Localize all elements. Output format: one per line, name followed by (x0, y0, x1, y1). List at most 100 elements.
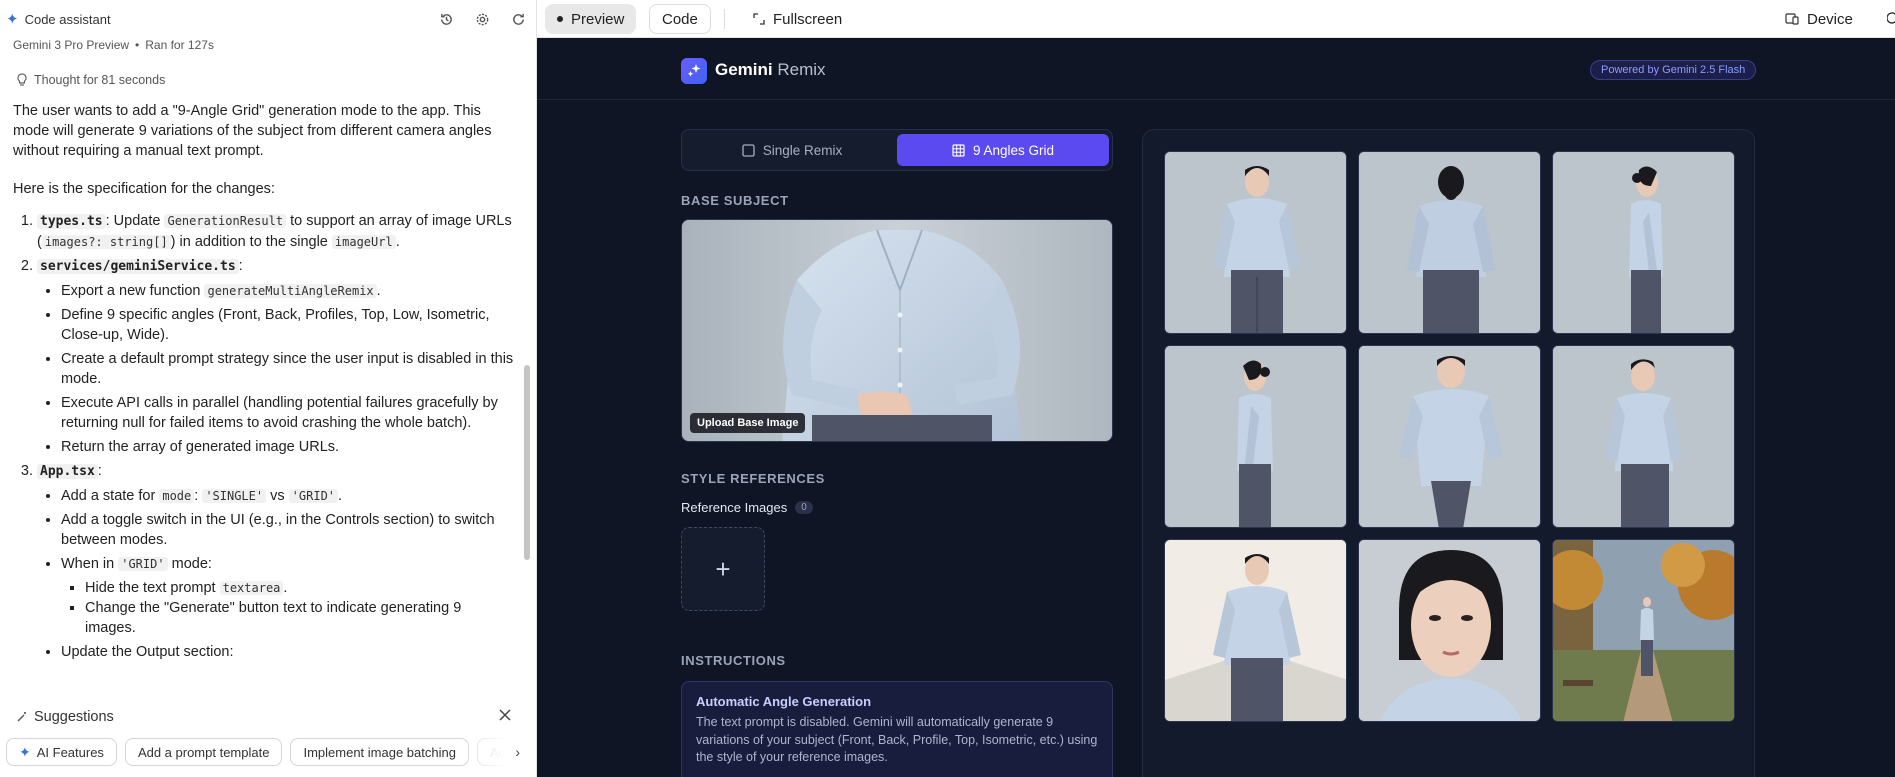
file-name: services/geminiService.ts (37, 259, 239, 274)
inline-code: 'GRID' (288, 489, 339, 503)
reference-images-label: Reference Images 0 (681, 500, 813, 515)
spec-item-service: services/geminiService.ts: Export a new … (37, 256, 514, 457)
grid-image-isometric[interactable] (1164, 539, 1347, 722)
assistant-message-scroll[interactable]: Gemini 3 Pro Preview • Ran for 127s Though… (0, 38, 527, 700)
preview-toolbar: Preview Code Fullscreen Device (537, 0, 1895, 38)
preview-tab[interactable]: Preview (545, 4, 637, 34)
close-icon[interactable] (498, 708, 512, 727)
grid-image-top[interactable] (1358, 345, 1541, 528)
text: : Update (105, 213, 165, 229)
base-subject-image[interactable]: Upload Base Image (681, 219, 1113, 442)
chip-image-batching[interactable]: Implement image batching (290, 738, 469, 766)
list-item: Create a default prompt strategy since t… (61, 349, 514, 389)
device-icon (1785, 13, 1799, 25)
refresh-icon[interactable] (507, 8, 529, 30)
grid-image-back[interactable] (1358, 151, 1541, 334)
scrollbar[interactable] (523, 50, 531, 690)
settings-gear-icon[interactable] (471, 8, 493, 30)
inline-code: textarea (219, 581, 284, 595)
add-reference-button[interactable]: + (681, 527, 765, 611)
grid-tab[interactable]: 9 Angles Grid (897, 134, 1109, 166)
inline-code: 'SINGLE' (202, 489, 267, 503)
count-badge: 0 (795, 501, 813, 514)
grid-image-front[interactable] (1164, 151, 1347, 334)
brand-name: Gemini (715, 60, 773, 79)
thought-toggle[interactable]: Thought for 81 seconds (16, 73, 514, 87)
base-subject-photo (682, 220, 1112, 441)
text: When in (61, 556, 119, 572)
grid-image-profile-right[interactable] (1552, 151, 1735, 334)
inline-code: generateMultiAngleRemix (204, 284, 377, 298)
chip-label: Implement image batching (303, 744, 456, 760)
list-item: Hide the text prompt textarea. (85, 578, 514, 598)
thought-label: Thought for 81 seconds (34, 73, 166, 87)
powered-by-badge: Powered by Gemini 2.5 Flash (1590, 60, 1757, 80)
history-icon[interactable] (435, 8, 457, 30)
grid-image-three-quarter[interactable] (1552, 345, 1735, 528)
chip-label: AI Features (36, 744, 104, 760)
spec-item-types: types.ts: Update GenerationResult to sup… (37, 211, 514, 252)
suggestion-wand-icon (17, 712, 26, 722)
grid-image-wide[interactable] (1552, 539, 1735, 722)
code-tab[interactable]: Code (649, 4, 711, 34)
list-item: Return the array of generated image URLs… (61, 437, 514, 457)
tab-label: Single Remix (762, 142, 843, 158)
device-button[interactable]: Device (1773, 4, 1865, 34)
text: Export a new function (61, 283, 205, 299)
app-header: Gemini Remix Powered by Gemini 2.5 Flash (537, 38, 1895, 100)
file-name: types.ts (37, 214, 106, 229)
grid-image-profile-left[interactable] (1164, 345, 1347, 528)
chips-scroll-right[interactable]: › (468, 738, 530, 766)
list-item: Add a toggle switch in the UI (e.g., in … (61, 510, 514, 550)
text: : (97, 463, 102, 479)
divider (724, 9, 725, 29)
spec-intro: Here is the specification for the change… (13, 181, 275, 197)
text: vs (266, 488, 289, 504)
grid-image-closeup[interactable] (1358, 539, 1541, 722)
tab-label: Preview (571, 10, 625, 28)
app-brand: Gemini Remix (715, 60, 826, 80)
file-name: App.tsx (37, 464, 98, 479)
output-grid-panel (1142, 129, 1755, 777)
list-item: Add a state for mode: 'SINGLE' vs 'GRID'… (61, 486, 514, 506)
chevron-right-icon: › (515, 744, 520, 760)
list-item: When in 'GRID' mode: Hide the text promp… (61, 554, 514, 638)
list-item: Export a new function generateMultiAngle… (61, 281, 514, 301)
text: ) in addition to the single (170, 234, 332, 250)
code-assistant-panel: ✦ Code assistant Gemini 3 Pro Preview • Ra… (0, 0, 537, 777)
assistant-header: ✦ Code assistant (0, 0, 537, 38)
inline-code: 'GRID' (118, 557, 168, 571)
list-item: Update the Output section: (61, 642, 514, 662)
text: : (238, 258, 243, 274)
chip-prompt-template[interactable]: Add a prompt template (124, 738, 283, 766)
assistant-title: Code assistant (24, 11, 111, 27)
lightbulb-icon (17, 73, 27, 86)
spec-list: types.ts: Update GenerationResult to sup… (13, 211, 514, 662)
text: . (395, 234, 400, 250)
suggestions-title: Suggestions (34, 709, 114, 725)
list-item: Execute API calls in parallel (handling … (61, 393, 514, 433)
single-remix-tab[interactable]: Single Remix (686, 134, 898, 166)
base-subject-heading: BASE SUBJECT (681, 193, 789, 208)
upload-base-image-button[interactable]: Upload Base Image (690, 413, 806, 433)
instructions-title: Automatic Angle Generation (696, 694, 872, 709)
fullscreen-button[interactable]: Fullscreen (741, 4, 854, 34)
mode-toggle: Single Remix 9 Angles Grid (681, 129, 1113, 171)
run-time: Ran for 127s (145, 38, 214, 52)
suggestions-header: Suggestions (0, 700, 537, 734)
instructions-box: Automatic Angle Generation The text prom… (681, 681, 1113, 777)
active-dot-icon (557, 16, 563, 22)
intro-paragraph: The user wants to add a "9-Angle Grid" g… (13, 103, 492, 159)
chip-ai-features[interactable]: ✦ AI Features (6, 738, 117, 766)
grid-icon (952, 143, 965, 157)
scrollbar-thumb[interactable] (524, 365, 530, 560)
inline-code: imageUrl (331, 235, 396, 249)
sparkle-icon: ✦ (19, 743, 31, 760)
refresh-icon[interactable] (1886, 10, 1895, 31)
sparkle-icon: ✦ (6, 11, 19, 28)
brand-suffix: Remix (777, 60, 826, 79)
tab-label: Code (662, 10, 698, 28)
inline-code: images?: string[] (41, 235, 171, 249)
style-references-heading: STYLE REFERENCES (681, 471, 825, 486)
text: mode: (167, 556, 212, 572)
